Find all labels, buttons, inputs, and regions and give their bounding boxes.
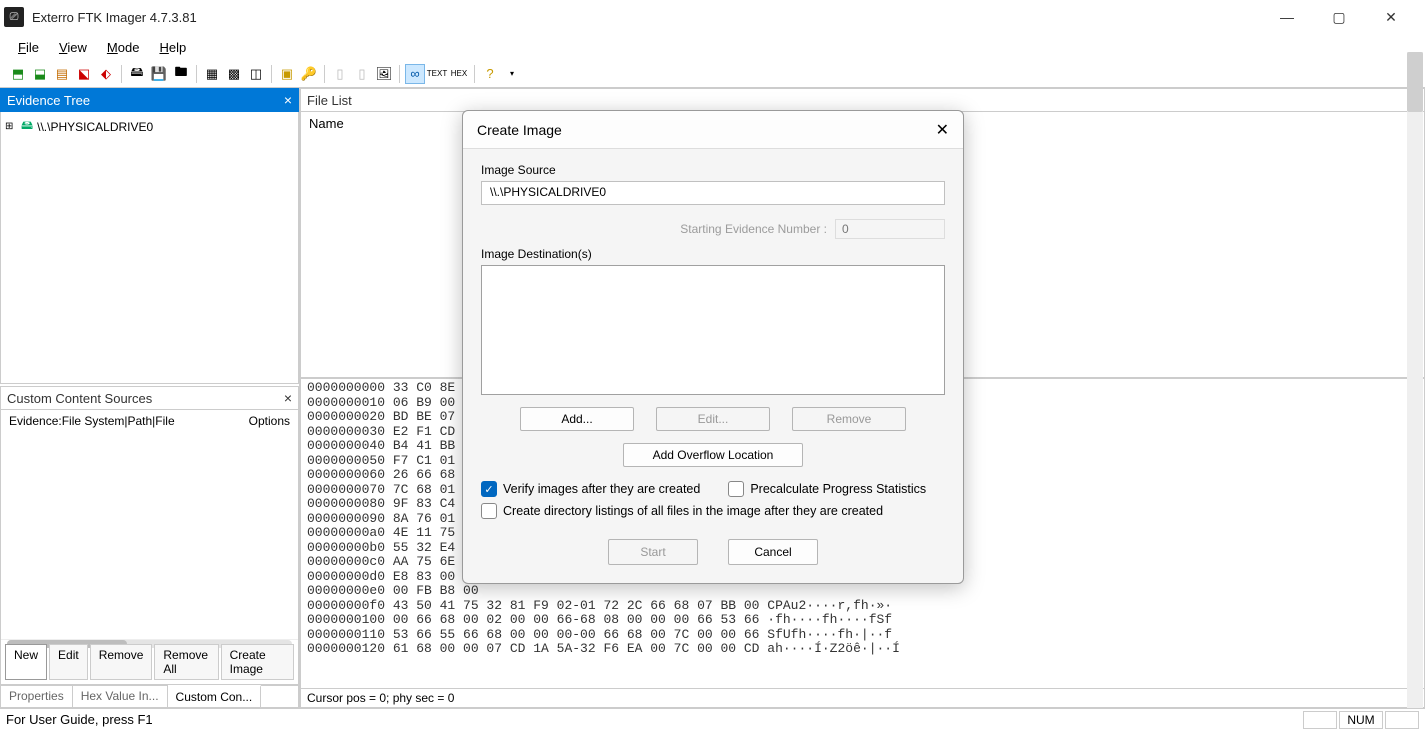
remove-button[interactable]: Remove [90, 644, 153, 680]
checkbox-icon [481, 503, 497, 519]
tool-mount-icon[interactable]: ▣ [277, 64, 297, 84]
image-source-field: \\.\PHYSICALDRIVE0 [481, 181, 945, 205]
cancel-button[interactable]: Cancel [728, 539, 818, 565]
statusbar: For User Guide, press F1 NUM [0, 708, 1425, 730]
tool-detect-icon[interactable]: ◫ [246, 64, 266, 84]
toolbar-separator [196, 65, 197, 83]
status-cell [1303, 711, 1337, 729]
tool-doc2-icon[interactable]: ▯ [352, 64, 372, 84]
drive-icon: 🖴 [21, 116, 33, 137]
toolbar-separator [399, 65, 400, 83]
toolbar-separator [474, 65, 475, 83]
toolbar: ⬒ ⬓ ▤ ⬕ ⬖ 🖴 💾 🖿 ▦ ▩ ◫ ▣ 🔑 ▯ ▯ 🖼 ∞ TEXT H… [0, 60, 1425, 88]
image-source-label: Image Source [481, 163, 945, 177]
toolbar-separator [271, 65, 272, 83]
tool-export-icon[interactable]: 💾 [149, 64, 169, 84]
verify-label: Verify images after they are created [503, 482, 700, 496]
close-icon[interactable]: × [284, 92, 292, 108]
dirlist-label: Create directory listings of all files i… [503, 504, 883, 518]
checkbox-checked-icon: ✓ [481, 481, 497, 497]
remove-all-button[interactable]: Remove All [154, 644, 218, 680]
close-icon[interactable]: × [284, 390, 292, 406]
tool-add-all-icon[interactable]: ⬓ [30, 64, 50, 84]
cc-col-evidence: Evidence:File System|Path|File [9, 414, 249, 428]
tool-key-icon[interactable]: 🔑 [299, 64, 319, 84]
add-overflow-button[interactable]: Add Overflow Location [623, 443, 803, 467]
menubar: File View Mode Help [0, 34, 1425, 60]
evidence-tree-header[interactable]: Evidence Tree × [0, 88, 299, 112]
tree-node-label: \\.\PHYSICALDRIVE0 [37, 120, 153, 134]
tool-folder-icon[interactable]: 🖿 [171, 64, 191, 84]
tab-properties[interactable]: Properties [1, 686, 73, 707]
toolbar-separator [324, 65, 325, 83]
tree-node-physicaldrive0[interactable]: ⊞ 🖴 \\.\PHYSICALDRIVE0 [5, 116, 294, 137]
starting-evidence-input [835, 219, 945, 239]
minimize-button[interactable]: — [1273, 7, 1301, 27]
tab-custom[interactable]: Custom Con... [168, 685, 262, 707]
close-button[interactable]: ✕ [1377, 7, 1405, 27]
create-image-dialog: Create Image ✕ Image Source \\.\PHYSICAL… [462, 110, 964, 584]
evidence-tree-title: Evidence Tree [7, 93, 90, 108]
vertical-scrollbar[interactable] [1407, 88, 1423, 708]
tool-remove-icon[interactable]: ⬕ [74, 64, 94, 84]
tool-text-icon[interactable]: TEXT [427, 64, 447, 84]
toolbar-separator [121, 65, 122, 83]
tool-create-image-icon[interactable]: 🖴 [127, 64, 147, 84]
menu-view[interactable]: View [51, 38, 95, 57]
tool-doc-icon[interactable]: ▯ [330, 64, 350, 84]
menu-mode[interactable]: Mode [99, 38, 148, 57]
precalc-label: Precalculate Progress Statistics [750, 482, 926, 496]
tab-hex[interactable]: Hex Value In... [73, 686, 168, 707]
tool-capture-memory-icon[interactable]: ▦ [202, 64, 222, 84]
custom-content-header[interactable]: Custom Content Sources × [0, 386, 299, 410]
menu-file[interactable]: File [10, 38, 47, 57]
image-destination-label: Image Destination(s) [481, 247, 945, 261]
dirlist-checkbox[interactable]: Create directory listings of all files i… [481, 503, 883, 519]
tool-link-icon[interactable]: ∞ [405, 64, 425, 84]
custom-content-body: Evidence:File System|Path|File Options N… [0, 410, 299, 685]
status-num: NUM [1339, 711, 1383, 729]
app-icon: ⎚ [4, 7, 24, 27]
create-image-button[interactable]: Create Image [221, 644, 294, 680]
expand-icon[interactable]: ⊞ [5, 121, 17, 132]
tool-hex-icon[interactable]: HEX [449, 64, 469, 84]
tool-remove-all-icon[interactable]: ⬖ [96, 64, 116, 84]
image-destination-list[interactable] [481, 265, 945, 395]
menu-help[interactable]: Help [151, 38, 194, 57]
cc-col-options: Options [249, 414, 290, 428]
titlebar: ⎚ Exterro FTK Imager 4.7.3.81 — ▢ ✕ [0, 0, 1425, 34]
tool-add-evidence-icon[interactable]: ⬒ [8, 64, 28, 84]
status-text: For User Guide, press F1 [6, 712, 153, 727]
dialog-close-icon[interactable]: ✕ [936, 120, 949, 140]
file-list-title: File List [307, 93, 352, 108]
file-list-header[interactable]: File List × [300, 88, 1425, 112]
dialog-title: Create Image [477, 122, 562, 138]
status-cell [1385, 711, 1419, 729]
tool-obtain-icon[interactable]: ▩ [224, 64, 244, 84]
tool-help-icon[interactable]: ? [480, 64, 500, 84]
evidence-tree-body[interactable]: ⊞ 🖴 \\.\PHYSICALDRIVE0 [0, 112, 299, 384]
verify-checkbox[interactable]: ✓ Verify images after they are created [481, 481, 700, 497]
checkbox-icon [728, 481, 744, 497]
edit-button: Edit... [656, 407, 770, 431]
precalc-checkbox[interactable]: Precalculate Progress Statistics [728, 481, 926, 497]
edit-button[interactable]: Edit [49, 644, 88, 680]
app-title: Exterro FTK Imager 4.7.3.81 [32, 10, 197, 25]
tool-image-mount-icon[interactable]: ▤ [52, 64, 72, 84]
tool-dropdown-icon[interactable]: ▾ [502, 64, 522, 84]
starting-evidence-label: Starting Evidence Number : [680, 222, 827, 236]
bottom-tabs: Properties Hex Value In... Custom Con... [0, 685, 299, 708]
maximize-button[interactable]: ▢ [1325, 7, 1353, 27]
new-button[interactable]: New [5, 644, 47, 680]
remove-button: Remove [792, 407, 906, 431]
hex-status: Cursor pos = 0; phy sec = 0 [300, 689, 1425, 708]
tool-pic-icon[interactable]: 🖼 [374, 64, 394, 84]
custom-content-title: Custom Content Sources [7, 391, 152, 406]
add-button[interactable]: Add... [520, 407, 634, 431]
start-button: Start [608, 539, 698, 565]
